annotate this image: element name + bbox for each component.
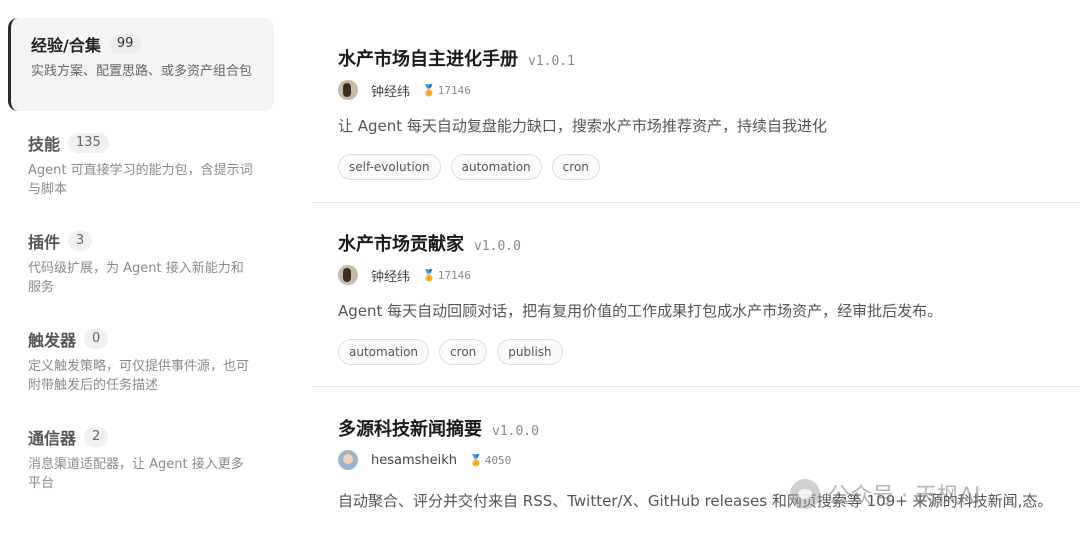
category-communicators[interactable]: 通信器 2 消息渠道适配器，让 Agent 接入更多平台 — [8, 411, 274, 501]
divider — [313, 386, 1080, 387]
category-count-badge: 135 — [68, 133, 109, 153]
asset-title[interactable]: 水产市场自主进化手册 — [338, 45, 518, 71]
asset-title[interactable]: 水产市场贡献家 — [338, 230, 464, 256]
category-count-badge: 2 — [84, 427, 109, 447]
asset-description: 让 Agent 每天自动复盘能力缺口，搜索水产市场推荐资产，持续自我进化 — [338, 117, 827, 135]
category-description: 定义触发策略，可仅提供事件源，也可附带触发后的任务描述 — [28, 359, 250, 393]
star-count: 17146 — [437, 268, 471, 282]
asset-author-row: 钟经纬 🏅 17146 — [338, 80, 471, 100]
tag[interactable]: automation — [338, 339, 430, 365]
category-plugins[interactable]: 插件 3 代码级扩展，为 Agent 接入新能力和服务 — [8, 215, 274, 305]
author-name[interactable]: 钟经纬 — [371, 81, 410, 100]
medal-icon: 🏅 — [422, 268, 436, 282]
category-title: 技能 — [28, 135, 61, 154]
category-description: 实践方案、配置思路、或多资产组合包 — [31, 64, 253, 79]
category-experience-collection[interactable]: 经验/合集 99 实践方案、配置思路、或多资产组合包 — [8, 18, 274, 111]
asset-list: 水产市场自主进化手册 v1.0.1 钟经纬 🏅 17146 让 Agent 每天… — [313, 0, 1080, 540]
medal-icon: 🏅 — [422, 83, 436, 97]
author-name[interactable]: 钟经纬 — [371, 266, 410, 285]
star-count: 17146 — [437, 83, 471, 97]
category-title: 通信器 — [28, 429, 77, 448]
tag[interactable]: cron — [439, 339, 488, 365]
asset-author-row: hesamsheikh 🏅 4050 — [338, 450, 511, 470]
category-count-badge: 99 — [108, 34, 142, 54]
category-description: 代码级扩展，为 Agent 接入新能力和服务 — [28, 261, 244, 295]
asset-title-row[interactable]: 水产市场贡献家 v1.0.0 — [338, 230, 521, 256]
tag[interactable]: cron — [551, 154, 600, 180]
tag[interactable]: publish — [497, 339, 563, 365]
asset-title-row[interactable]: 多源科技新闻摘要 v1.0.0 — [338, 415, 539, 441]
divider — [313, 202, 1080, 203]
author-name[interactable]: hesamsheikh — [371, 453, 457, 468]
tag-list: automation cron publish — [338, 339, 573, 365]
avatar[interactable] — [338, 265, 358, 285]
avatar[interactable] — [338, 450, 358, 470]
category-triggers[interactable]: 触发器 0 定义触发策略，可仅提供事件源，也可附带触发后的任务描述 — [8, 313, 274, 403]
asset-version: v1.0.0 — [474, 239, 521, 254]
category-description: 消息渠道适配器，让 Agent 接入更多平台 — [28, 457, 244, 491]
category-count-badge: 0 — [84, 329, 109, 349]
category-count-badge: 3 — [68, 231, 93, 251]
tag[interactable]: self-evolution — [338, 154, 441, 180]
category-description: Agent 可直接学习的能力包，含提示词与脚本 — [28, 163, 253, 197]
medal-icon: 🏅 — [469, 453, 483, 467]
star-count: 4050 — [484, 453, 512, 467]
avatar[interactable] — [338, 80, 358, 100]
asset-version: v1.0.0 — [492, 424, 539, 439]
tag[interactable]: automation — [450, 154, 542, 180]
tag-list: self-evolution automation cron — [338, 154, 610, 180]
asset-author-row: 钟经纬 🏅 17146 — [338, 265, 471, 285]
asset-version: v1.0.1 — [528, 54, 575, 69]
asset-description: Agent 每天自动回顾对话，把有复用价值的工作成果打包成水产市场资产，经审批后… — [338, 302, 943, 320]
category-skills[interactable]: 技能 135 Agent 可直接学习的能力包，含提示词与脚本 — [8, 117, 274, 207]
category-title: 插件 — [28, 233, 61, 252]
asset-title-row[interactable]: 水产市场自主进化手册 v1.0.1 — [338, 45, 575, 71]
category-title: 触发器 — [28, 331, 77, 350]
category-title: 经验/合集 — [31, 36, 101, 55]
category-sidebar: 经验/合集 99 实践方案、配置思路、或多资产组合包 技能 135 Agent … — [0, 0, 290, 540]
asset-title[interactable]: 多源科技新闻摘要 — [338, 415, 482, 441]
asset-description: 自动聚合、评分并交付来自 RSS、Twitter/X、GitHub releas… — [338, 492, 1053, 510]
